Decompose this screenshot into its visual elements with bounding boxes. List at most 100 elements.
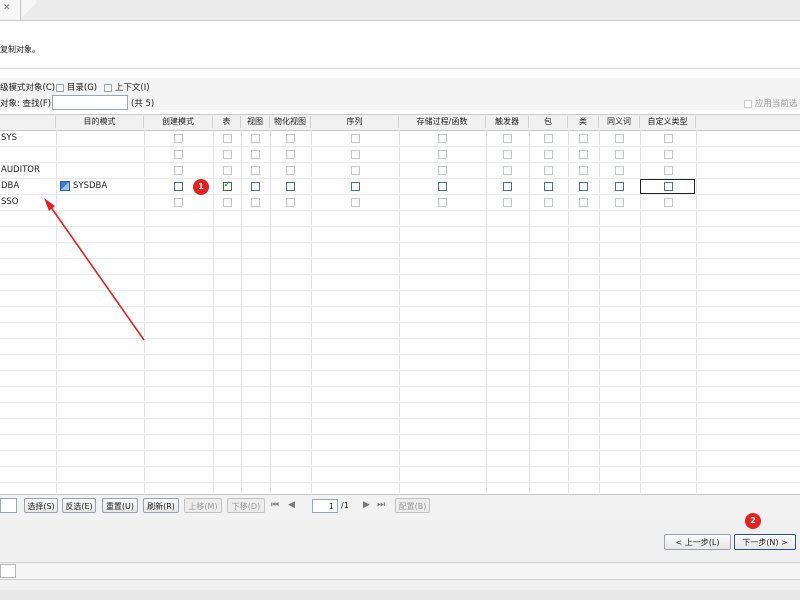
grid-checkbox[interactable] bbox=[579, 134, 588, 143]
last-page-icon[interactable]: ⏭ bbox=[377, 500, 385, 510]
grid-checkbox[interactable] bbox=[579, 182, 588, 191]
select-button[interactable]: 选择(S) bbox=[24, 498, 58, 513]
grid-checkbox[interactable] bbox=[251, 166, 260, 175]
column-header[interactable]: 包 bbox=[529, 116, 568, 128]
grid-checkbox[interactable] bbox=[544, 150, 553, 159]
grid-checkbox[interactable] bbox=[350, 166, 360, 175]
grid-checkbox[interactable] bbox=[663, 166, 673, 175]
move-down-button[interactable]: 下移(D) bbox=[227, 498, 265, 513]
grid-checkbox[interactable] bbox=[286, 182, 295, 191]
context-option[interactable]: 上下文(I) bbox=[104, 81, 150, 93]
grid-checkbox[interactable] bbox=[174, 150, 183, 159]
config-button[interactable]: 配置(B) bbox=[395, 498, 430, 513]
column-header[interactable]: 类 bbox=[568, 116, 599, 128]
grid-checkbox[interactable] bbox=[286, 166, 295, 175]
grid-checkbox[interactable] bbox=[438, 134, 447, 143]
grid-checkbox[interactable] bbox=[251, 198, 260, 207]
grid-checkbox[interactable] bbox=[350, 134, 360, 143]
grid-checkbox[interactable] bbox=[174, 182, 183, 191]
column-header[interactable]: 自定义类型 bbox=[640, 116, 696, 128]
checkbox-checked[interactable] bbox=[222, 180, 232, 191]
grid-checkbox[interactable] bbox=[579, 198, 588, 207]
column-header[interactable]: 表 bbox=[213, 116, 241, 128]
apply-current-option[interactable]: 应用当前选 bbox=[744, 97, 797, 109]
catalog-option[interactable]: 目录(G) bbox=[56, 81, 97, 93]
page-number-input[interactable]: 1 bbox=[312, 499, 338, 513]
grid-checkbox[interactable] bbox=[615, 182, 624, 191]
grid-hline bbox=[0, 290, 800, 291]
grid-checkbox[interactable] bbox=[286, 198, 295, 207]
grid-checkbox[interactable] bbox=[438, 150, 447, 159]
grid-checkbox[interactable] bbox=[503, 182, 512, 191]
close-icon[interactable]: ✕ bbox=[3, 3, 11, 13]
grid-checkbox[interactable] bbox=[286, 150, 295, 159]
column-header[interactable] bbox=[0, 116, 56, 128]
wizard-footer bbox=[0, 520, 800, 600]
annotation-badge-1: 1 bbox=[193, 179, 209, 195]
grid-checkbox[interactable] bbox=[663, 198, 673, 207]
grid-checkbox[interactable] bbox=[579, 150, 588, 159]
grid-checkbox[interactable] bbox=[544, 182, 553, 191]
grid-hline bbox=[0, 162, 800, 163]
grid-checkbox[interactable] bbox=[663, 134, 673, 143]
invert-button[interactable]: 反选(E) bbox=[62, 498, 96, 513]
catalog-checkbox[interactable] bbox=[56, 83, 64, 92]
grid-checkbox[interactable] bbox=[615, 150, 624, 159]
grid-checkbox[interactable] bbox=[251, 134, 260, 143]
column-header[interactable]: 触发器 bbox=[486, 116, 529, 128]
grid-checkbox[interactable] bbox=[222, 150, 232, 159]
grid-checkbox[interactable] bbox=[222, 198, 232, 207]
column-header[interactable]: 同义词 bbox=[599, 116, 640, 128]
grid-checkbox[interactable] bbox=[579, 166, 588, 175]
reset-button[interactable]: 重置(U) bbox=[102, 498, 138, 513]
grid-checkbox[interactable] bbox=[251, 150, 260, 159]
grid-checkbox[interactable] bbox=[222, 166, 232, 175]
column-header[interactable]: 序列 bbox=[311, 116, 399, 128]
grid-checkbox[interactable] bbox=[350, 198, 360, 207]
grid-checkbox[interactable] bbox=[503, 134, 512, 143]
grid-checkbox[interactable] bbox=[350, 182, 360, 191]
editor-tab[interactable]: ✕ bbox=[0, 0, 21, 20]
grid-checkbox[interactable] bbox=[615, 134, 624, 143]
grid-vline bbox=[144, 129, 145, 493]
grid-checkbox[interactable] bbox=[544, 134, 553, 143]
grid-checkbox[interactable] bbox=[251, 182, 260, 191]
grid-checkbox[interactable] bbox=[174, 134, 183, 143]
column-header[interactable]: 存储过程/函数 bbox=[399, 116, 486, 128]
first-page-icon[interactable]: ⏮ bbox=[271, 500, 279, 510]
target-schema[interactable]: SYSDBA bbox=[73, 181, 107, 191]
grid-checkbox[interactable] bbox=[438, 198, 447, 207]
grid-checkbox[interactable] bbox=[286, 134, 295, 143]
object-grid bbox=[0, 114, 800, 494]
refresh-button[interactable]: 刷新(R) bbox=[143, 498, 179, 513]
grid-vline bbox=[529, 129, 530, 493]
grid-checkbox[interactable] bbox=[350, 150, 360, 159]
grid-checkbox[interactable] bbox=[544, 198, 553, 207]
grid-checkbox[interactable] bbox=[222, 134, 232, 143]
grid-checkbox[interactable] bbox=[438, 182, 447, 191]
prev-page-icon[interactable]: ◀ bbox=[288, 500, 295, 510]
grid-checkbox[interactable] bbox=[663, 150, 673, 159]
grid-checkbox[interactable] bbox=[174, 198, 183, 207]
column-header[interactable]: 目的模式 bbox=[56, 116, 144, 128]
grid-vline bbox=[56, 129, 57, 493]
grid-checkbox[interactable] bbox=[503, 166, 512, 175]
next-step-button[interactable]: 下一步(N) > bbox=[734, 534, 796, 550]
left-input[interactable] bbox=[0, 498, 17, 513]
column-header[interactable]: 物化视图 bbox=[270, 116, 311, 128]
column-header[interactable]: 创建模式 bbox=[144, 116, 213, 128]
next-page-icon[interactable]: ▶ bbox=[363, 500, 370, 510]
grid-checkbox[interactable] bbox=[615, 198, 624, 207]
grid-checkbox[interactable] bbox=[174, 166, 183, 175]
column-header[interactable]: 视图 bbox=[241, 116, 270, 128]
context-checkbox[interactable] bbox=[104, 83, 112, 92]
grid-checkbox[interactable] bbox=[503, 198, 512, 207]
grid-checkbox[interactable] bbox=[438, 166, 447, 175]
grid-checkbox[interactable] bbox=[503, 150, 512, 159]
prev-step-button[interactable]: < 上一步(L) bbox=[664, 534, 731, 550]
move-up-button[interactable]: 上移(M) bbox=[184, 498, 222, 513]
grid-checkbox[interactable] bbox=[615, 166, 624, 175]
apply-current-checkbox[interactable] bbox=[744, 99, 752, 108]
find-input[interactable] bbox=[52, 95, 128, 110]
grid-checkbox[interactable] bbox=[544, 166, 553, 175]
